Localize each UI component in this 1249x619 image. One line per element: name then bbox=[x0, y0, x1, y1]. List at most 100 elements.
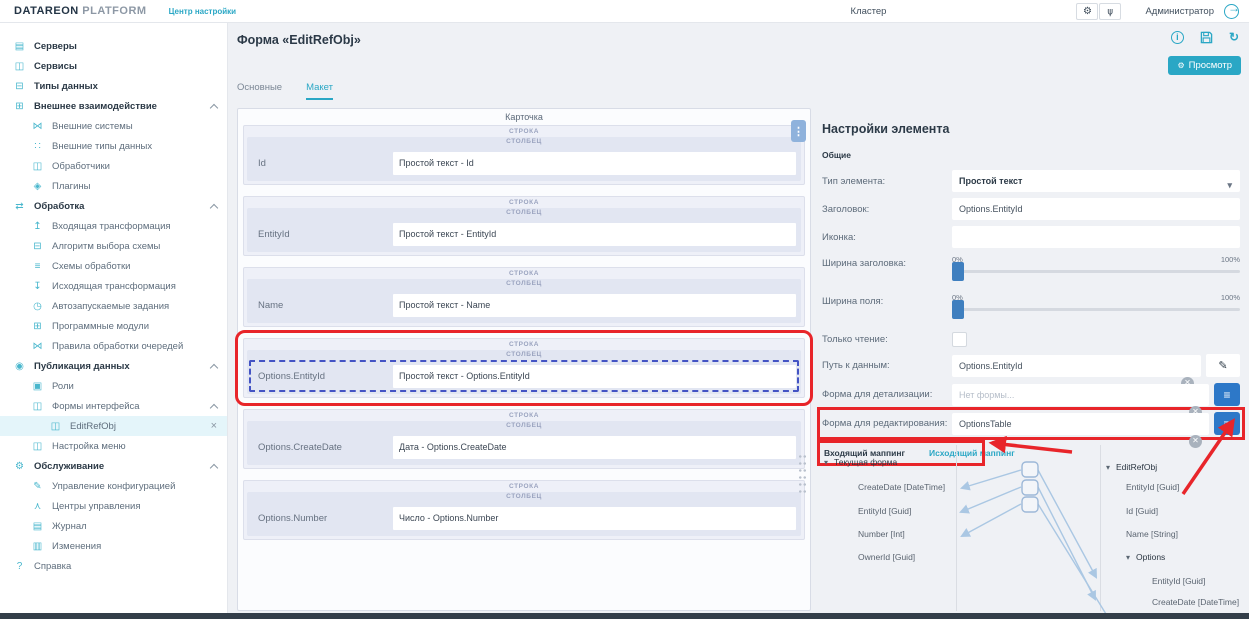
clear-icon[interactable]: ✕ bbox=[1189, 435, 1202, 448]
close-icon[interactable]: × bbox=[211, 420, 217, 432]
sidebar-item-external-systems[interactable]: ⋈Внешние системы bbox=[0, 116, 227, 136]
sidebar-item-plugins[interactable]: ◈Плагины bbox=[0, 176, 227, 196]
settings-center-link[interactable]: Центр настройки bbox=[169, 7, 237, 16]
column-tag: СТОЛБЕЦ bbox=[249, 350, 799, 360]
sidebar-item-processing-schemas[interactable]: ≡Схемы обработки bbox=[0, 256, 227, 276]
main-content: Форма «EditRefObj» i ↻ ⚙ Просмотр Основн… bbox=[228, 23, 1249, 613]
tab-main[interactable]: Основные bbox=[237, 82, 282, 100]
sidebar-item-servers[interactable]: ▤Серверы bbox=[0, 36, 227, 56]
cluster-label: Кластер bbox=[851, 6, 887, 17]
sidebar-item-roles[interactable]: ▣Роли bbox=[0, 376, 227, 396]
select-detail-form-button[interactable]: ≡ bbox=[1214, 383, 1240, 406]
slider-track[interactable] bbox=[952, 270, 1240, 273]
sidebar-item-control-centers[interactable]: ⋏Центры управления bbox=[0, 496, 227, 516]
slider-max: 100% bbox=[1221, 293, 1240, 302]
sidebar-item-external-data-types[interactable]: ∷Внешние типы данных bbox=[0, 136, 227, 156]
question-icon: ? bbox=[12, 561, 27, 572]
settings-section-label: Общие bbox=[822, 150, 1240, 160]
tree-field[interactable]: Number [Int] bbox=[858, 529, 905, 541]
field-element[interactable]: Число - Options.Number bbox=[393, 507, 796, 530]
field-element[interactable]: Простой текст - Options.EntityId bbox=[393, 365, 796, 388]
services-settings-button[interactable]: ⚙ bbox=[1076, 3, 1098, 20]
logout-arrow-icon: → bbox=[1228, 1, 1240, 15]
sidebar-item-processing[interactable]: ⇄Обработка bbox=[0, 196, 227, 216]
field-element[interactable]: Дата - Options.CreateDate bbox=[393, 436, 796, 459]
field-label: Options.EntityId bbox=[251, 371, 393, 382]
layout-row-options-createdate[interactable]: СТРОКА СТОЛБЕЦ Options.CreateDateДата - … bbox=[243, 409, 805, 469]
data-path-input[interactable]: Options.EntityId✕ bbox=[952, 355, 1201, 377]
sidebar-item-services[interactable]: ◫Сервисы bbox=[0, 56, 227, 76]
sidebar-item-changes[interactable]: ▥Изменения bbox=[0, 536, 227, 556]
sidebar-item-configuration-management[interactable]: ✎Управление конфигурацией bbox=[0, 476, 227, 496]
sidebar-item-outgoing-transformation[interactable]: ↧Исходящая трансформация bbox=[0, 276, 227, 296]
field-element[interactable]: Простой текст - Id bbox=[393, 152, 796, 175]
sidebar-item-handlers[interactable]: ◫Обработчики bbox=[0, 156, 227, 176]
element-type-select[interactable]: Простой текст▾ bbox=[952, 170, 1240, 192]
tree-root-editrefobj[interactable]: ▾EditRefObj bbox=[1106, 462, 1157, 474]
refresh-icon[interactable]: ↻ bbox=[1229, 30, 1239, 44]
tree-field[interactable]: CreateDate [DateTime] bbox=[1152, 597, 1239, 609]
sidebar-item-incoming-transformation[interactable]: ↥Входящая трансформация bbox=[0, 216, 227, 236]
sidebar-item-schema-selection-algorithm[interactable]: ⊟Алгоритм выбора схемы bbox=[0, 236, 227, 256]
panel-resize-handle[interactable] bbox=[798, 453, 807, 493]
readonly-label: Только чтение: bbox=[822, 334, 952, 345]
sidebar-item-data-publication[interactable]: ◉Публикация данных bbox=[0, 356, 227, 376]
preview-gear-icon: ⚙ bbox=[1177, 61, 1184, 70]
share-nodes-icon: ⋈ bbox=[30, 121, 45, 132]
tab-layout[interactable]: Макет bbox=[306, 82, 333, 100]
sidebar-item-queue-processing-rules[interactable]: ⋈Правила обработки очередей bbox=[0, 336, 227, 356]
tree-field[interactable]: OwnerId [Guid] bbox=[858, 552, 915, 564]
sidebar-item-program-modules[interactable]: ⊞Программные модули bbox=[0, 316, 227, 336]
sidebar-item-menu-settings[interactable]: ◫Настройка меню bbox=[0, 436, 227, 456]
field-width-label: Ширина поля: bbox=[822, 292, 952, 307]
tree-field[interactable]: EntityId [Guid] bbox=[1126, 482, 1179, 494]
topology-button[interactable]: ⋔ bbox=[1099, 3, 1121, 20]
sidebar-item-autorun-tasks[interactable]: ◷Автозапускаемые задания bbox=[0, 296, 227, 316]
tree-root-current-form[interactable]: ▾Текущая форма bbox=[824, 457, 897, 469]
column-tag: СТОЛБЕЦ bbox=[249, 421, 799, 431]
edit-form-input[interactable]: OptionsTable✕ bbox=[952, 413, 1209, 435]
slider-handle[interactable] bbox=[952, 300, 964, 319]
sidebar-item-journal[interactable]: ▤Журнал bbox=[0, 516, 227, 536]
tree-field[interactable]: CreateDate [DateTime] bbox=[858, 482, 945, 494]
sidebar-item-editrefobj[interactable]: ◫EditRefObj× bbox=[0, 416, 227, 436]
slider-track[interactable] bbox=[952, 308, 1240, 311]
edit-path-button[interactable]: ✎ bbox=[1206, 354, 1240, 377]
readonly-checkbox[interactable] bbox=[952, 332, 967, 347]
sidebar-item-data-types[interactable]: ⊟Типы данных bbox=[0, 76, 227, 96]
save-icon[interactable] bbox=[1200, 31, 1213, 44]
field-element[interactable]: Простой текст - Name bbox=[393, 294, 796, 317]
layout-row-id[interactable]: СТРОКА СТОЛБЕЦ IdПростой текст - Id bbox=[243, 125, 805, 185]
tree-field[interactable]: Name [String] bbox=[1126, 529, 1178, 541]
tree-field[interactable]: Id [Guid] bbox=[1126, 506, 1158, 518]
detail-form-input[interactable]: Нет формы...✕ bbox=[952, 384, 1209, 406]
monitor-icon: ◫ bbox=[48, 421, 63, 432]
header-input[interactable]: Options.EntityId bbox=[952, 198, 1240, 220]
logout-button[interactable]: → bbox=[1224, 4, 1239, 19]
column-tag: СТОЛБЕЦ bbox=[249, 208, 799, 218]
field-element[interactable]: Простой текст - EntityId bbox=[393, 223, 796, 246]
layout-row-entityid[interactable]: СТРОКА СТОЛБЕЦ EntityIdПростой текст - E… bbox=[243, 196, 805, 256]
tab-outgoing-mapping[interactable]: Исходящий маппинг bbox=[929, 448, 1015, 458]
top-bar: DATAREON PLATFORM Центр настройки Класте… bbox=[0, 0, 1249, 23]
tree-field[interactable]: EntityId [Guid] bbox=[1152, 576, 1205, 588]
select-edit-form-button[interactable]: ≡ bbox=[1214, 412, 1240, 435]
info-icon[interactable]: i bbox=[1171, 31, 1184, 44]
sidebar-item-external-interaction[interactable]: ⊞Внешнее взаимодействие bbox=[0, 96, 227, 116]
sidebar-item-interface-forms[interactable]: ◫Формы интерфейса bbox=[0, 396, 227, 416]
sidebar-item-maintenance[interactable]: ⚙Обслуживание bbox=[0, 456, 227, 476]
sidebar-item-help[interactable]: ?Справка bbox=[0, 556, 227, 576]
tree-group-options[interactable]: ▾Options bbox=[1126, 552, 1165, 564]
wrench-icon: ✎ bbox=[30, 481, 45, 492]
bottom-scrollbar[interactable] bbox=[0, 613, 1249, 619]
slider-handle[interactable] bbox=[952, 262, 964, 281]
icon-input[interactable] bbox=[952, 226, 1240, 248]
hierarchy-icon: ⋏ bbox=[30, 501, 45, 512]
layout-row-name[interactable]: СТРОКА СТОЛБЕЦ NameПростой текст - Name bbox=[243, 267, 805, 327]
layout-row-options-number[interactable]: СТРОКА СТОЛБЕЦ Options.NumberЧисло - Opt… bbox=[243, 480, 805, 540]
field-width-slider: 0%100% bbox=[952, 292, 1240, 311]
tree-field[interactable]: EntityId [Guid] bbox=[858, 506, 911, 518]
preview-button[interactable]: ⚙ Просмотр bbox=[1168, 56, 1241, 75]
card-menu-button[interactable]: ⋮ bbox=[791, 120, 806, 142]
layout-row-options-entityid[interactable]: СТРОКА СТОЛБЕЦ Options.EntityIdПростой т… bbox=[243, 338, 805, 398]
